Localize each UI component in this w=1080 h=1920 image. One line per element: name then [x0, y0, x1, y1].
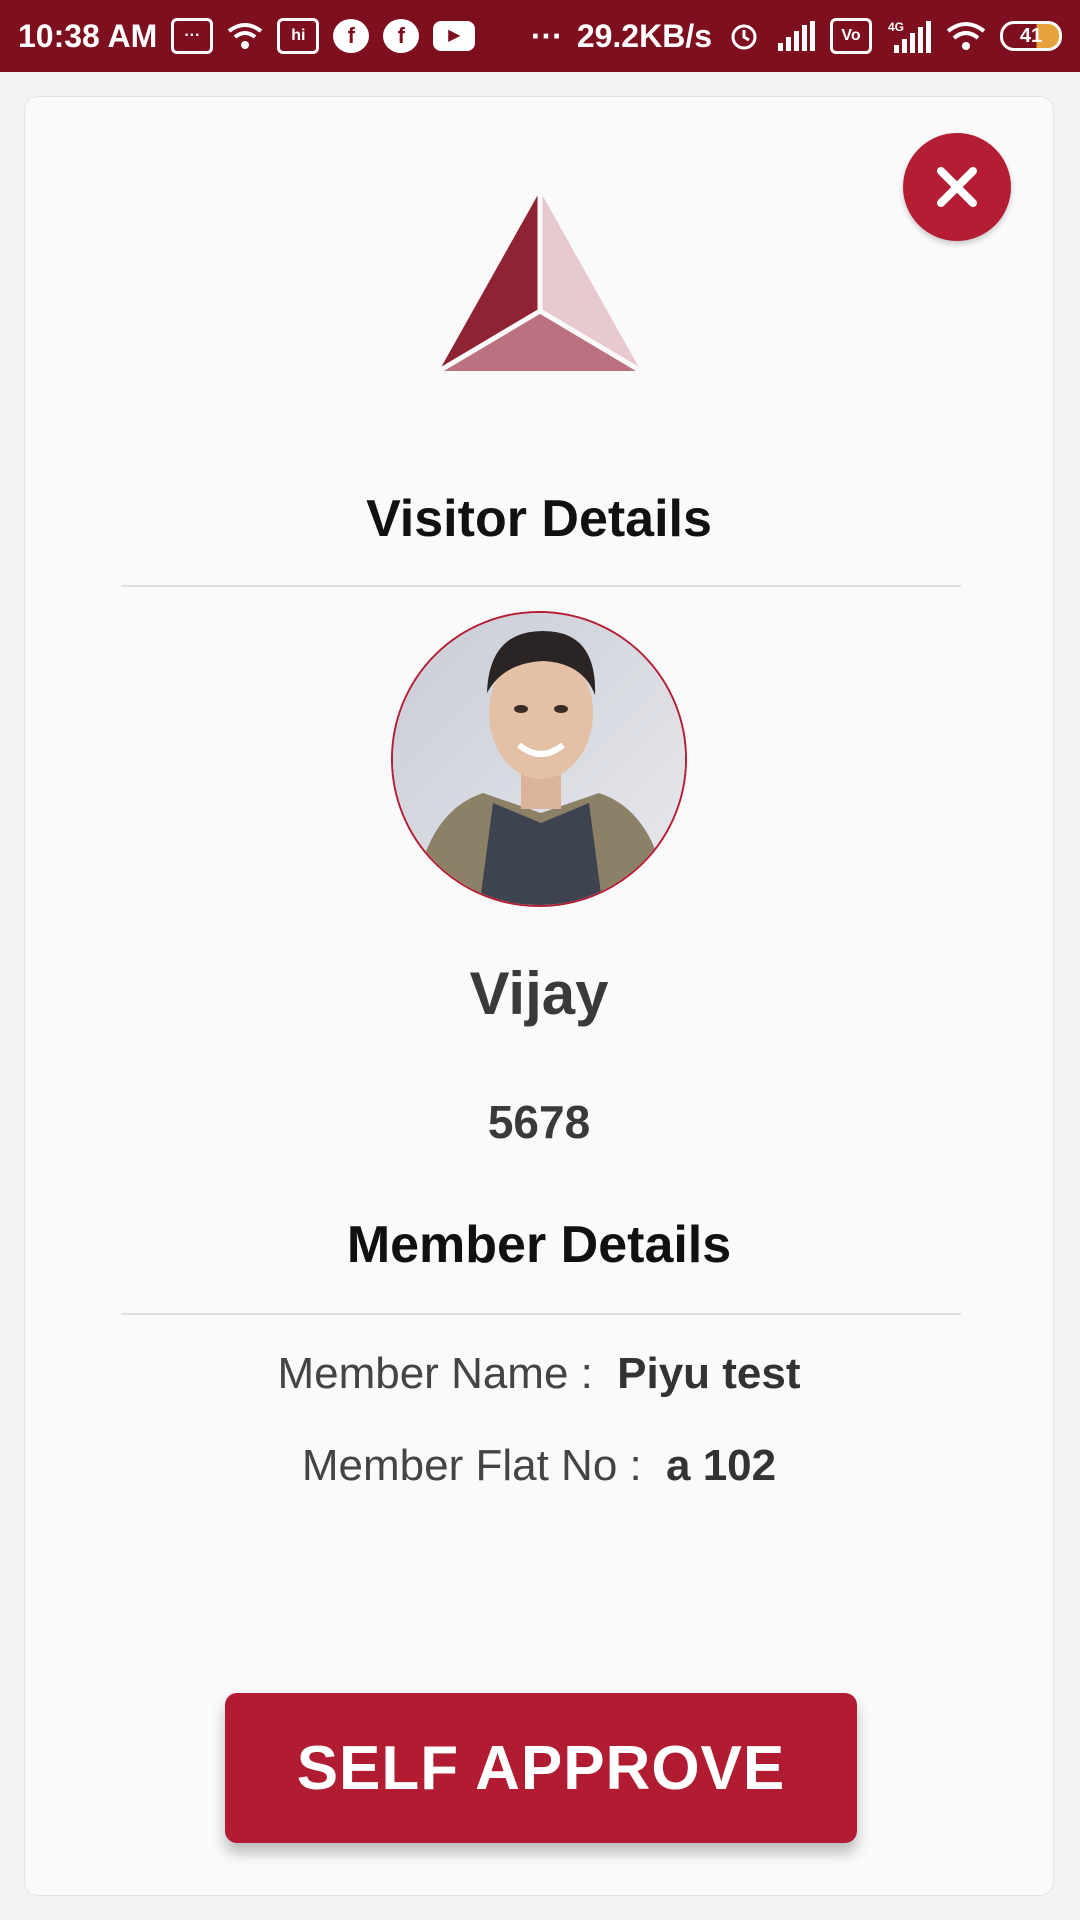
- youtube-icon: ▶: [433, 21, 476, 51]
- message-icon: ···: [171, 18, 214, 54]
- more-notifications-icon: ···: [530, 17, 563, 54]
- battery-level: 41: [1019, 24, 1043, 47]
- battery-icon: 41: [1000, 21, 1062, 51]
- net-speed: 29.2KB/s: [576, 17, 712, 54]
- member-name-row: Member Name : Piyu test: [25, 1349, 1053, 1399]
- visitor-name: Vijay: [469, 960, 609, 1027]
- status-time: 10:38 AM: [18, 17, 158, 54]
- visitor-avatar: [391, 611, 687, 907]
- alarm-icon: [726, 16, 762, 56]
- volte-icon: Vo: [830, 18, 872, 54]
- close-icon: [937, 167, 977, 207]
- app-logo: [437, 191, 643, 374]
- status-bar-left: 10:38 AM ··· hi f f ▶: [18, 16, 476, 56]
- wifi-call-icon: [227, 16, 263, 56]
- member-flat-value: a 102: [666, 1441, 777, 1490]
- close-button[interactable]: [903, 133, 1011, 241]
- hike-icon: hi: [277, 18, 320, 54]
- member-divider: [121, 1313, 961, 1315]
- member-flat-row: Member Flat No : a 102: [25, 1441, 1053, 1491]
- visitor-divider: [121, 585, 961, 587]
- status-bar-right: ··· 29.2KB/s Vo 4G 41: [531, 16, 1062, 56]
- signal-icon: [776, 16, 816, 56]
- visitor-details-title: Visitor Details: [366, 490, 712, 548]
- member-flat-label: Member Flat No :: [301, 1441, 642, 1490]
- member-name-label: Member Name :: [277, 1349, 593, 1398]
- svg-text:4G: 4G: [888, 20, 904, 34]
- facebook-icon: f: [333, 19, 370, 53]
- facebook-icon: f: [383, 19, 420, 53]
- wifi-icon: [946, 16, 986, 56]
- member-details-title: Member Details: [346, 1216, 732, 1274]
- member-name-value: Piyu test: [617, 1349, 801, 1398]
- visitor-code: 5678: [487, 1096, 591, 1148]
- status-bar: 10:38 AM ··· hi f f ▶ ··· 29.2KB/s Vo 4G…: [0, 0, 1080, 72]
- visitor-card: Visitor Details Vijay 5678 Member Detail…: [24, 96, 1054, 1896]
- signal-4g-icon: 4G: [886, 16, 932, 56]
- self-approve-button[interactable]: SELF APPROVE: [225, 1693, 857, 1843]
- visitor-photo: [393, 613, 685, 905]
